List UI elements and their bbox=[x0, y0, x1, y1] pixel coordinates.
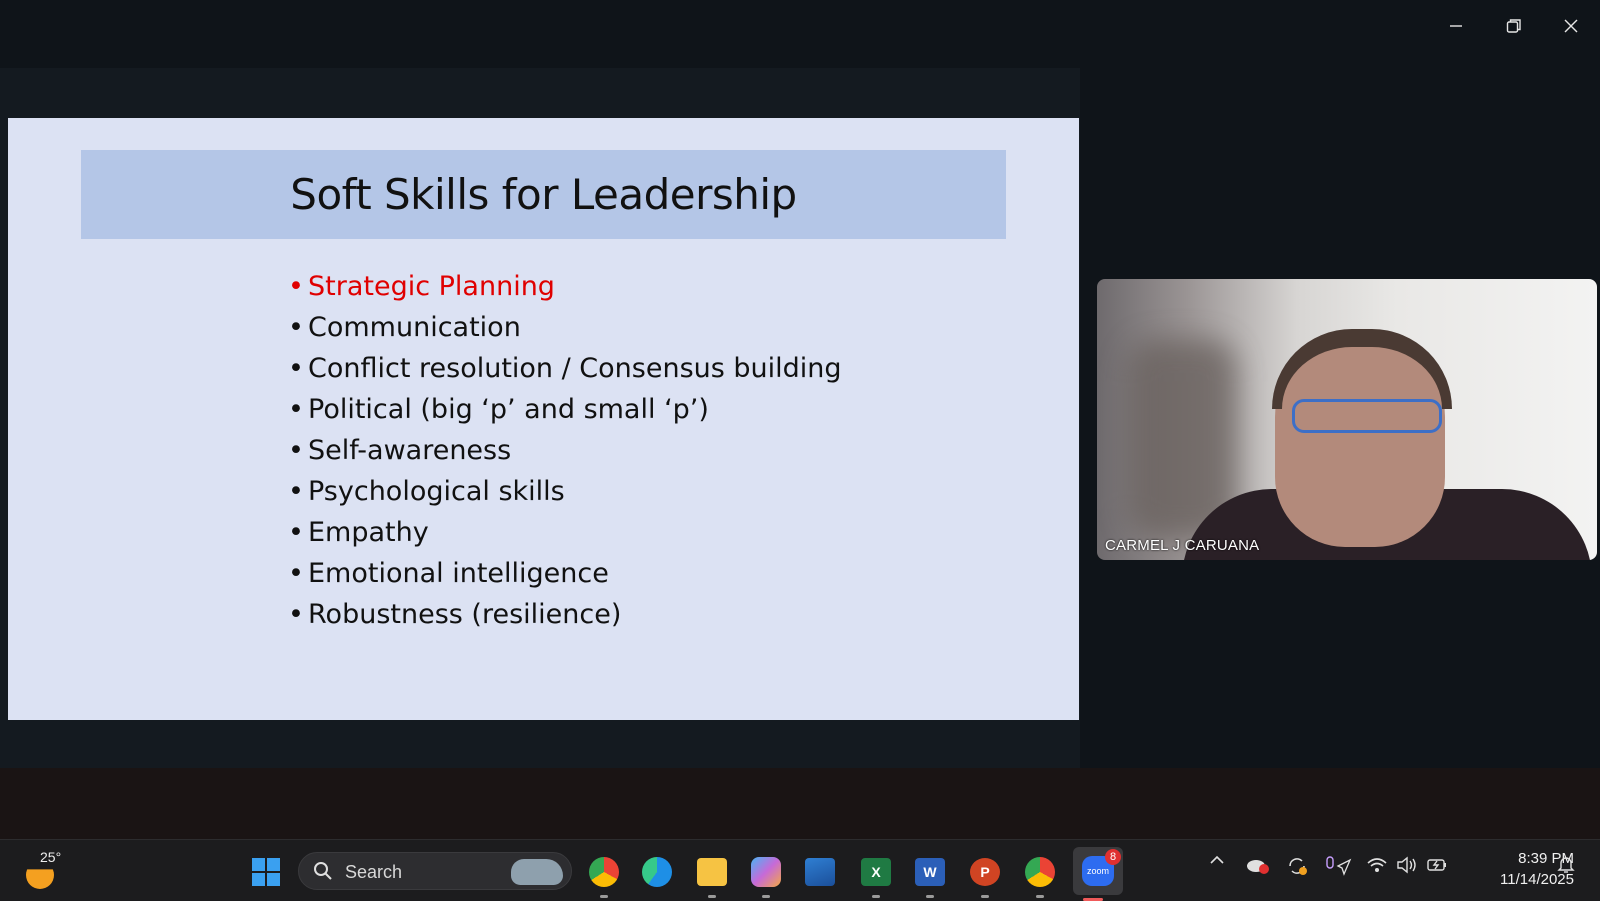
sync-icon bbox=[1289, 858, 1307, 875]
notification-bell-icon bbox=[1557, 857, 1575, 873]
tray-wifi[interactable] bbox=[1366, 856, 1388, 879]
tray-sync[interactable] bbox=[1286, 856, 1308, 881]
weather-widget[interactable]: 25° bbox=[22, 849, 72, 893]
copilot-icon bbox=[751, 857, 781, 887]
folder-icon bbox=[697, 858, 727, 886]
taskbar-search[interactable]: Search bbox=[298, 852, 572, 890]
running-indicator bbox=[600, 895, 608, 898]
taskbar-app-excel[interactable]: X bbox=[856, 852, 896, 898]
participant-video-tile[interactable]: CARMEL J CARUANA bbox=[1097, 279, 1597, 560]
bullet-text: Self-awareness bbox=[308, 435, 512, 466]
microphone-location-icon bbox=[1326, 856, 1352, 876]
tray-volume[interactable] bbox=[1396, 856, 1418, 879]
bullet-dot: • bbox=[288, 476, 304, 507]
presentation-slide: Soft Skills for Leadership • Strategic Pl… bbox=[8, 118, 1079, 720]
wifi-icon bbox=[1367, 858, 1387, 872]
slide-bullet-item: • Robustness (resilience) bbox=[288, 594, 842, 635]
tray-mic-location[interactable] bbox=[1324, 856, 1352, 881]
bullet-dot: • bbox=[288, 599, 304, 630]
slide-bullet-item: • Communication bbox=[288, 307, 842, 348]
bullet-text: Robustness (resilience) bbox=[308, 599, 622, 630]
taskbar-app-photos[interactable] bbox=[800, 852, 840, 892]
running-indicator bbox=[708, 895, 716, 898]
cloud-error-icon bbox=[1247, 860, 1269, 874]
slide-title-bar: Soft Skills for Leadership bbox=[81, 150, 1006, 239]
bullet-text: Psychological skills bbox=[308, 476, 565, 507]
participant-hair bbox=[1272, 329, 1452, 409]
weather-temp: 25° bbox=[40, 849, 62, 865]
notification-center-button[interactable] bbox=[1556, 854, 1576, 879]
participant-name-label: CARMEL J CARUANA bbox=[1105, 537, 1260, 554]
bullet-text: Political (big ‘p’ and small ‘p’) bbox=[308, 394, 709, 425]
bullet-text: Strategic Planning bbox=[308, 271, 555, 302]
bullet-dot: • bbox=[288, 271, 304, 302]
bullet-text: Communication bbox=[308, 312, 521, 343]
taskbar-app-chrome-profile[interactable] bbox=[584, 852, 624, 898]
tray-onedrive[interactable] bbox=[1246, 856, 1270, 879]
bullet-dot: • bbox=[288, 517, 304, 548]
slide-bullet-item: • Emotional intelligence bbox=[288, 553, 842, 594]
running-indicator bbox=[981, 895, 989, 898]
volume-icon bbox=[1397, 856, 1416, 874]
tray-battery[interactable] bbox=[1426, 856, 1448, 879]
running-indicator bbox=[926, 895, 934, 898]
running-indicator bbox=[762, 895, 770, 898]
bullet-dot: • bbox=[288, 558, 304, 589]
running-indicator bbox=[872, 895, 880, 898]
notification-badge: 8 bbox=[1105, 849, 1121, 865]
search-label: Search bbox=[345, 862, 403, 882]
slide-bullet-list: • Strategic Planning • Communication • Confli… bbox=[288, 266, 842, 635]
taskbar-app-file-explorer[interactable] bbox=[692, 852, 732, 898]
close-icon bbox=[1564, 19, 1578, 33]
edge-icon bbox=[642, 857, 672, 887]
slide-bullet-item: • Self-awareness bbox=[288, 430, 842, 471]
taskbar-app-zoom[interactable]: zoom 8 bbox=[1073, 847, 1123, 901]
start-button[interactable] bbox=[246, 852, 286, 892]
bullet-text: Conflict resolution / Consensus building bbox=[308, 353, 842, 384]
minimize-button[interactable] bbox=[1438, 10, 1474, 42]
close-button[interactable] bbox=[1553, 10, 1589, 42]
running-indicator bbox=[1036, 895, 1044, 898]
slide-bullet-item: • Conflict resolution / Consensus buildin… bbox=[288, 348, 842, 389]
slide-title: Soft Skills for Leadership bbox=[290, 170, 797, 219]
chrome-icon bbox=[589, 857, 619, 887]
bullet-dot: • bbox=[288, 312, 304, 343]
excel-icon: X bbox=[861, 858, 891, 886]
bullet-dot: • bbox=[288, 353, 304, 384]
minimize-icon bbox=[1450, 25, 1462, 27]
show-hidden-icons-button[interactable] bbox=[1209, 852, 1225, 873]
photos-icon bbox=[805, 858, 835, 886]
slide-bullet-item: • Strategic Planning bbox=[288, 266, 842, 307]
chrome-icon bbox=[1025, 857, 1055, 887]
bullet-dot: • bbox=[288, 435, 304, 466]
slide-bullet-item: • Political (big ‘p’ and small ‘p’) bbox=[288, 389, 842, 430]
slide-bullet-item: • Empathy bbox=[288, 512, 842, 553]
search-icon bbox=[314, 862, 332, 880]
restore-icon bbox=[1506, 19, 1521, 33]
taskbar: 25° Search X W P zoom 8 8:39 PM 11/14/20… bbox=[0, 839, 1600, 901]
taskbar-app-powerpoint[interactable]: P bbox=[965, 852, 1005, 898]
battery-charging-icon bbox=[1427, 859, 1446, 871]
bullet-text: Empathy bbox=[308, 517, 429, 548]
bullet-dot: • bbox=[288, 394, 304, 425]
search-highlight-image bbox=[511, 859, 563, 885]
slide-bullet-item: • Psychological skills bbox=[288, 471, 842, 512]
bullet-text: Emotional intelligence bbox=[308, 558, 609, 589]
participant-glasses bbox=[1292, 399, 1442, 433]
powerpoint-icon: P bbox=[970, 858, 1000, 886]
restore-button[interactable] bbox=[1496, 10, 1532, 42]
word-icon: W bbox=[915, 858, 945, 886]
windows-logo-icon bbox=[252, 858, 280, 886]
meeting-bottom-area bbox=[0, 768, 1600, 839]
chevron-up-icon bbox=[1210, 855, 1224, 864]
taskbar-app-copilot[interactable] bbox=[746, 852, 786, 898]
taskbar-app-edge[interactable] bbox=[637, 852, 677, 892]
weather-sun-icon bbox=[26, 869, 54, 889]
taskbar-app-word[interactable]: W bbox=[910, 852, 950, 898]
taskbar-app-chrome[interactable] bbox=[1020, 852, 1060, 898]
